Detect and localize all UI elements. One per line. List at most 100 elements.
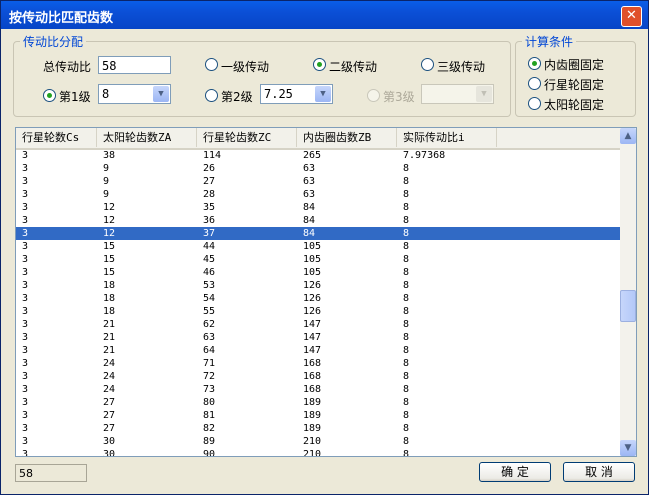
table-row[interactable]: 3 30 89 210 8 <box>16 435 620 448</box>
table-cell: 3 <box>22 436 29 447</box>
table-row[interactable]: 3 12 35 84 8 <box>16 201 620 214</box>
planet-fixed-radio[interactable] <box>528 77 541 90</box>
column-header-zb[interactable]: 内齿圈齿数ZB <box>297 128 397 147</box>
table-cell: 63 <box>303 189 316 200</box>
table-row[interactable]: 3 15 46 105 8 <box>16 266 620 279</box>
table-cell: 18 <box>103 306 116 317</box>
table-cell: 168 <box>303 371 322 382</box>
total-ratio-input[interactable]: 58 <box>98 56 171 74</box>
sun-fixed-radio[interactable] <box>528 97 541 110</box>
table-cell: 8 <box>403 189 410 200</box>
stage-one-radio[interactable] <box>205 58 218 71</box>
close-icon: ✕ <box>626 8 637 23</box>
table-row[interactable]: 3 24 73 168 8 <box>16 383 620 396</box>
chevron-down-icon[interactable]: ▼ <box>620 440 636 456</box>
table-cell: 3 <box>22 449 29 457</box>
table-cell: 53 <box>203 280 216 291</box>
table-cell: 80 <box>203 397 216 408</box>
table-cell: 8 <box>403 202 410 213</box>
table-row[interactable]: 3 18 53 126 8 <box>16 279 620 292</box>
table-cell: 64 <box>203 345 216 356</box>
table-row[interactable]: 3 27 80 189 8 <box>16 396 620 409</box>
table-cell: 63 <box>203 332 216 343</box>
stage1-value: 8 <box>102 87 110 101</box>
table-cell: 8 <box>403 319 410 330</box>
stage3-radio <box>367 89 380 102</box>
table-cell: 15 <box>103 254 116 265</box>
chevron-down-icon[interactable]: ▼ <box>315 86 331 102</box>
table-row[interactable]: 3 15 45 105 8 <box>16 253 620 266</box>
table-row[interactable]: 3 30 90 210 8 <box>16 448 620 457</box>
table-row[interactable]: 3 24 71 168 8 <box>16 357 620 370</box>
table-row[interactable]: 3 12 37 84 8 <box>16 227 620 240</box>
table-row[interactable]: 3 18 54 126 8 <box>16 292 620 305</box>
table-row[interactable]: 3 38 114 265 7.97368 <box>16 149 620 162</box>
table-cell: 18 <box>103 293 116 304</box>
table-cell: 147 <box>303 319 322 330</box>
table-cell: 189 <box>303 410 322 421</box>
table-row[interactable]: 3 9 28 63 8 <box>16 188 620 201</box>
table-cell: 44 <box>203 241 216 252</box>
column-header-zc[interactable]: 行星轮齿数ZC <box>197 128 297 147</box>
table-cell: 27 <box>103 410 116 421</box>
table-cell: 36 <box>203 215 216 226</box>
table-row[interactable]: 3 21 64 147 8 <box>16 344 620 357</box>
table-row[interactable]: 3 18 55 126 8 <box>16 305 620 318</box>
table-cell: 8 <box>403 163 410 174</box>
table-cell: 46 <box>203 267 216 278</box>
table-cell: 8 <box>403 267 410 278</box>
stage1-select[interactable]: 8 ▼ <box>98 84 171 104</box>
table-cell: 189 <box>303 397 322 408</box>
table-row[interactable]: 3 27 82 189 8 <box>16 422 620 435</box>
table-cell: 38 <box>103 150 116 161</box>
table-cell: 21 <box>103 345 116 356</box>
stage2-radio[interactable] <box>205 89 218 102</box>
table-row[interactable]: 3 27 81 189 8 <box>16 409 620 422</box>
title-bar: 按传动比匹配齿数 ✕ <box>1 1 648 29</box>
chevron-up-icon[interactable]: ▲ <box>620 128 636 144</box>
result-table[interactable]: 行星轮数Cs 太阳轮齿数ZA 行星轮齿数ZC 内齿圈齿数ZB 实际传动比i 33… <box>15 127 637 457</box>
table-row[interactable]: 3 24 72 168 8 <box>16 370 620 383</box>
column-header-cs[interactable]: 行星轮数Cs <box>16 128 97 147</box>
ok-button[interactable]: 确 定 <box>479 462 551 482</box>
table-cell: 30 <box>103 436 116 447</box>
column-header-i[interactable]: 实际传动比i <box>397 128 497 147</box>
table-row[interactable]: 3 9 27 63 8 <box>16 175 620 188</box>
table-row[interactable]: 3 21 62 147 8 <box>16 318 620 331</box>
table-cell: 12 <box>103 228 116 239</box>
chevron-down-icon[interactable]: ▼ <box>153 86 169 102</box>
table-cell: 8 <box>403 306 410 317</box>
table-cell: 3 <box>22 176 29 187</box>
column-header-za[interactable]: 太阳轮齿数ZA <box>97 128 197 147</box>
cancel-button[interactable]: 取 消 <box>563 462 635 482</box>
table-cell: 8 <box>403 371 410 382</box>
table-cell: 8 <box>403 241 410 252</box>
table-cell: 55 <box>203 306 216 317</box>
status-field: 58 <box>15 464 87 482</box>
table-cell: 189 <box>303 423 322 434</box>
table-body: 3 38 114 265 7.97368 3 9 26 63 8 3 9 27 63 8 3 9 28 63 8 3 12… <box>16 149 620 457</box>
table-row[interactable]: 3 9 26 63 8 <box>16 162 620 175</box>
table-row[interactable]: 3 21 63 147 8 <box>16 331 620 344</box>
table-cell: 8 <box>403 215 410 226</box>
table-cell: 147 <box>303 345 322 356</box>
table-cell: 84 <box>303 228 316 239</box>
vertical-scrollbar[interactable]: ▲ ▼ <box>620 128 636 456</box>
table-row[interactable]: 3 12 36 84 8 <box>16 214 620 227</box>
table-cell: 72 <box>203 371 216 382</box>
total-ratio-label: 总传动比 <box>43 60 92 74</box>
table-cell: 3 <box>22 150 29 161</box>
table-cell: 3 <box>22 202 29 213</box>
table-cell: 168 <box>303 358 322 369</box>
table-cell: 105 <box>303 267 322 278</box>
stage-three-radio[interactable] <box>421 58 434 71</box>
stage-two-radio[interactable] <box>313 58 326 71</box>
stage2-select[interactable]: 7.25 ▼ <box>260 84 333 104</box>
scrollbar-thumb[interactable] <box>620 290 636 322</box>
close-button[interactable]: ✕ <box>621 6 642 27</box>
stage1-radio[interactable] <box>43 89 56 102</box>
ring-gear-fixed-radio[interactable] <box>528 57 541 70</box>
table-row[interactable]: 3 15 44 105 8 <box>16 240 620 253</box>
stage-one-label: 一级传动 <box>221 60 270 74</box>
table-cell: 15 <box>103 267 116 278</box>
